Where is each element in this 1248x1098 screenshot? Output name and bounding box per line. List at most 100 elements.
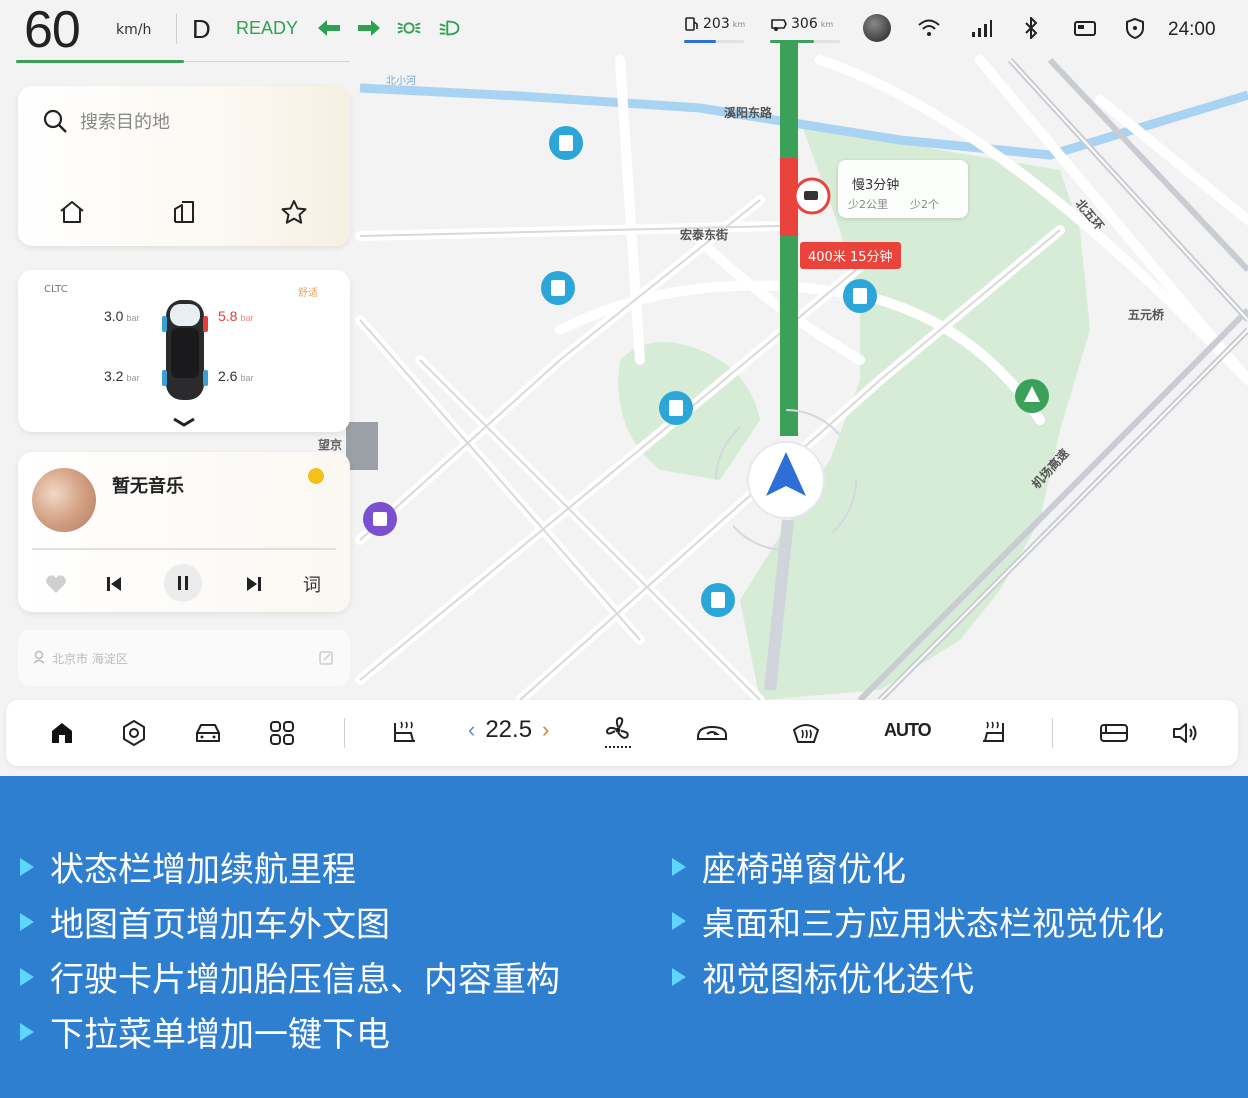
chevron-down-icon[interactable] [172,416,196,428]
music-title: 暂无音乐 [112,476,184,497]
gear-indicator: D [192,14,211,44]
poi-building-icon[interactable] [541,271,575,305]
bluetooth-icon[interactable] [1018,14,1044,42]
low-beam-icon [438,14,464,42]
ac-auto-button[interactable]: AUTO [884,720,932,741]
turn-right-icon [356,14,382,42]
bullet-icon [672,912,686,930]
lyrics-button[interactable]: 词 [294,566,330,602]
gear-icon [123,720,145,746]
poi-building-icon[interactable] [701,583,735,617]
status-bar: 60 km/h D READY 203 km 306 km 24:00 [0,0,1248,64]
poi-building-icon[interactable] [659,391,693,425]
defrost-icon [792,724,820,743]
seat-heat-left-button[interactable] [386,716,422,750]
rear-seat-icon [1100,724,1128,742]
seat-heat-icon [394,721,415,742]
skip-forward-icon [247,577,261,591]
cltc-label: CLTC [44,284,68,295]
search-card: 搜索目的地 [18,86,350,246]
location-text: 北京市 海淀区 [52,652,128,666]
front-defrost-button[interactable] [788,716,824,750]
music-card[interactable]: 暂无音乐 词 [18,452,350,612]
car-icon [196,724,220,742]
play-pause-button[interactable] [164,564,202,602]
avatar-icon[interactable] [862,14,892,42]
favorites-icon [281,200,307,224]
location-card[interactable]: 北京市 海淀区 [18,630,350,686]
heart-icon [46,575,66,593]
route-segment-clear [780,236,798,436]
like-button[interactable] [38,566,74,602]
shield-icon[interactable] [1122,14,1148,42]
air-recirculation-button[interactable] [694,716,730,750]
bullet-icon [672,967,686,986]
home-dock-button[interactable] [44,716,80,750]
edit-icon[interactable] [318,650,334,666]
previous-track-button[interactable] [96,566,132,602]
favorites-shortcut-button[interactable] [278,198,310,226]
tire-pressure-rear-right: 2.6 bar [218,368,254,384]
poi-park-icon[interactable] [1015,379,1049,413]
wifi-icon[interactable] [916,14,942,42]
release-note-item: 座椅弹窗优化 [672,842,906,891]
release-note-item: 状态栏增加续航里程 [20,842,356,891]
location-pin-icon [33,650,45,664]
temp-decrease-button[interactable]: ‹ [468,717,475,743]
fuel-level-bar [684,40,716,43]
release-note-item: 视觉图标优化迭代 [672,952,974,1001]
speed-indicator-bar [16,60,184,63]
apps-grid-icon [270,721,294,745]
search-input[interactable]: 搜索目的地 [42,108,170,134]
music-progress-bar[interactable] [32,548,336,550]
recirculation-icon [697,725,727,740]
battery-range-value: 306 [791,16,818,32]
settings-dock-button[interactable] [116,716,152,750]
poi-building-icon[interactable] [549,126,583,160]
poi-shopping-icon[interactable] [363,502,397,536]
road-label: 五元桥 [1128,308,1165,322]
temperature-control[interactable]: ‹ 22.5 › [468,716,549,744]
search-icon [43,109,67,133]
bullet-icon [672,857,686,876]
tire-pressure-front-right: 5.8 bar [218,308,254,324]
road-label: 望京 [318,438,343,452]
seat-heat-right-button[interactable] [976,716,1012,750]
fan-icon [605,716,631,748]
rear-seat-button[interactable] [1096,716,1132,750]
card-icon [1072,14,1098,42]
temp-increase-button[interactable]: › [542,717,549,743]
battery-icon [771,19,787,31]
fan-dock-button[interactable] [600,716,636,750]
volume-button[interactable] [1168,716,1204,750]
callout-distance: 少2公里 [848,198,888,211]
home-shortcut-button[interactable] [56,198,88,226]
skip-back-icon [107,577,121,591]
vehicle-dock-button[interactable] [190,716,226,750]
bottom-dock: ‹ 22.5 › AUTO [6,700,1238,766]
temperature-value: 22.5 [485,716,533,743]
driving-info-card[interactable]: CLTC 舒适 3.0 bar 5.8 bar 3.2 bar 2.6 bar [18,270,350,432]
album-art [32,468,96,532]
release-note-item: 桌面和三方应用状态栏视觉优化 [672,897,1164,945]
bullet-icon [20,967,34,986]
poi-building-icon[interactable] [843,279,877,313]
apps-dock-button[interactable] [264,716,300,750]
road-label: 北小河 [386,76,416,87]
search-placeholder: 搜索目的地 [80,112,170,133]
home-filled-icon [52,723,72,743]
alternate-route-callout[interactable]: 慢3分钟 少2公里 少2个 [838,160,968,218]
route-congestion-tag: 400米 15分钟 [800,242,901,269]
speed-unit: km/h [116,22,152,38]
signal-icon [968,14,994,42]
fuel-range-value: 203 [703,16,730,32]
seat-heat-icon [983,721,1004,742]
battery-level-bar [770,40,814,43]
car-top-view-icon [162,300,208,400]
next-track-button[interactable] [236,566,272,602]
pause-icon [178,576,188,590]
music-source-icon [308,468,324,484]
company-shortcut-button[interactable] [168,198,200,226]
callout-lights: 少2个 [910,198,939,211]
tire-pressure-rear-left: 3.2 bar [104,368,140,384]
